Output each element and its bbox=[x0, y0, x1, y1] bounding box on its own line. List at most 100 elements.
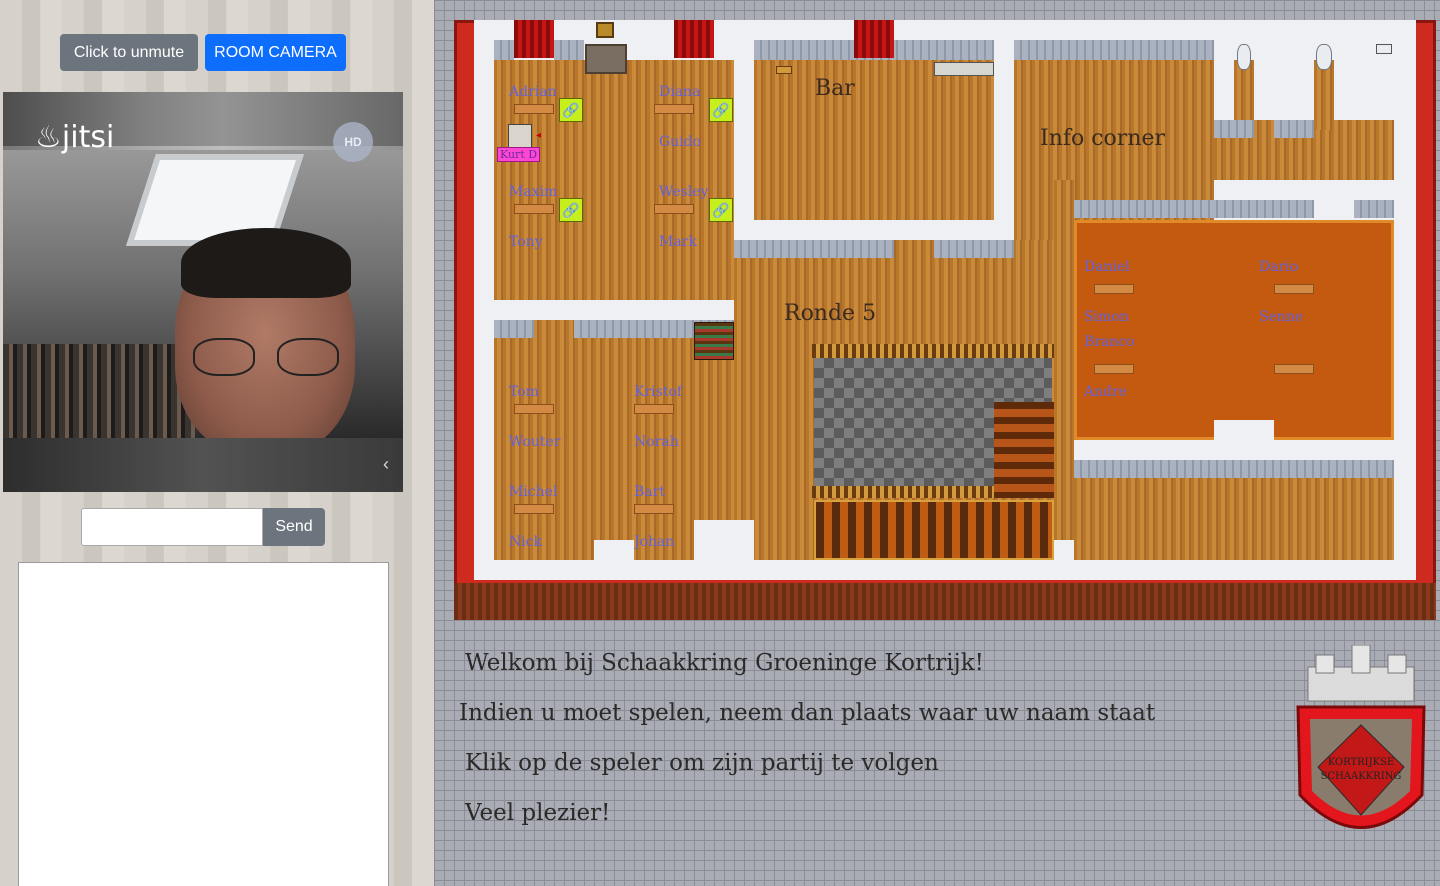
chat-input[interactable] bbox=[81, 508, 263, 546]
chess-table bbox=[514, 204, 554, 214]
wall-face bbox=[1014, 40, 1214, 60]
unmute-button[interactable]: Click to unmute bbox=[60, 34, 198, 71]
player-seat[interactable]: Bart bbox=[634, 484, 665, 500]
chess-table bbox=[514, 404, 554, 414]
stage-railing-top bbox=[812, 344, 1054, 358]
instruction-line: Klik op de speler om zijn partij te volg… bbox=[465, 750, 939, 776]
urinal-icon bbox=[1237, 44, 1251, 70]
chess-table bbox=[1274, 364, 1314, 374]
player-seat[interactable]: Mark bbox=[659, 234, 697, 250]
game-link-icon[interactable]: 🔗 bbox=[559, 98, 583, 122]
player-seat[interactable]: Simon bbox=[1084, 309, 1129, 325]
wall-face bbox=[734, 240, 894, 258]
room-label-round: Ronde 5 bbox=[784, 301, 877, 326]
instruction-line: Indien u moet spelen, neem dan plaats wa… bbox=[459, 700, 1156, 726]
floor-toilet-2 bbox=[1314, 60, 1334, 130]
room-camera-button[interactable]: ROOM CAMERA bbox=[205, 34, 346, 71]
wall-face bbox=[494, 320, 534, 338]
chevron-left-icon[interactable]: ‹ bbox=[383, 454, 389, 475]
bookcase bbox=[694, 322, 734, 360]
player-seat[interactable]: Daniel bbox=[1084, 259, 1130, 275]
jitsi-brand-text: jitsi bbox=[61, 120, 115, 155]
bar-counter bbox=[934, 62, 994, 76]
wall-face bbox=[1214, 120, 1254, 138]
video-participant-glasses bbox=[193, 338, 353, 378]
player-seat[interactable]: Wesley bbox=[659, 184, 708, 200]
chess-table bbox=[634, 504, 674, 514]
doorway bbox=[594, 540, 634, 560]
greeting-line: Veel plezier! bbox=[465, 800, 611, 826]
video-conference-frame[interactable]: ♨jitsi HD ‹ bbox=[3, 92, 403, 492]
chess-table bbox=[514, 104, 554, 114]
doorway bbox=[694, 520, 754, 560]
player-seat[interactable]: Tony bbox=[509, 234, 543, 250]
video-bottom-overlay bbox=[3, 438, 403, 492]
hd-quality-badge[interactable]: HD bbox=[333, 122, 373, 162]
curtain bbox=[674, 20, 714, 58]
chess-table bbox=[654, 204, 694, 214]
jitsi-logo: ♨jitsi bbox=[35, 120, 114, 155]
player-seat[interactable]: Tom bbox=[509, 384, 539, 400]
player-seat[interactable]: Johan bbox=[634, 534, 674, 550]
crest-text: KORTRIJKSE bbox=[1328, 757, 1395, 768]
player-seat[interactable]: Guido bbox=[659, 134, 701, 150]
player-seat[interactable]: Wouter bbox=[509, 434, 561, 450]
player-seat[interactable]: Diana bbox=[659, 84, 700, 100]
left-panel: Click to unmute ROOM CAMERA ♨jitsi HD ‹ … bbox=[0, 0, 434, 886]
player-seat[interactable]: Dario bbox=[1259, 259, 1298, 275]
send-button[interactable]: Send bbox=[263, 508, 325, 546]
player-seat[interactable]: Adrian bbox=[509, 84, 557, 100]
bar-stool bbox=[776, 66, 792, 74]
player-seat[interactable]: Andre bbox=[1084, 384, 1127, 400]
map-frame-bottom bbox=[454, 583, 1436, 620]
game-link-icon[interactable]: 🔗 bbox=[559, 198, 583, 222]
chess-table bbox=[1094, 284, 1134, 294]
wall-face bbox=[1074, 200, 1314, 218]
chat-log[interactable] bbox=[18, 562, 389, 886]
wall-face bbox=[1274, 120, 1314, 138]
floor-passage bbox=[1054, 180, 1074, 540]
club-crest-logo: KORTRIJKSE SCHAAKKRING bbox=[1296, 645, 1426, 829]
portrait-frame bbox=[596, 22, 614, 38]
stage-steps bbox=[814, 500, 1054, 560]
carpet-room bbox=[1074, 220, 1394, 440]
curtain bbox=[514, 20, 554, 58]
player-seat[interactable]: Maxim bbox=[509, 184, 557, 200]
game-link-icon[interactable]: 🔗 bbox=[709, 98, 733, 122]
carpet-room-door bbox=[1214, 420, 1274, 440]
player-seat[interactable]: Norah bbox=[634, 434, 679, 450]
wall-face bbox=[934, 240, 1014, 258]
player-seat[interactable]: Kristof bbox=[634, 384, 682, 400]
player-seat[interactable]: Senne bbox=[1259, 309, 1303, 325]
wall-face bbox=[1354, 200, 1394, 218]
toilet-icon bbox=[1316, 44, 1332, 70]
curtain bbox=[854, 20, 894, 58]
room-label-info-corner: Info corner bbox=[1040, 126, 1166, 151]
player-seat[interactable]: Michel bbox=[509, 484, 557, 500]
player-seat[interactable]: Branco bbox=[1084, 334, 1135, 350]
chess-table bbox=[514, 504, 554, 514]
floor-bar bbox=[754, 60, 994, 220]
stage-stairs bbox=[994, 402, 1054, 498]
player-seat[interactable]: Nick bbox=[509, 534, 542, 550]
avatar-direction-icon: ◂ bbox=[536, 130, 542, 141]
video-bookshelf bbox=[3, 344, 195, 438]
chess-table bbox=[654, 104, 694, 114]
chess-table bbox=[1274, 284, 1314, 294]
jitsi-logo-icon: ♨ bbox=[35, 120, 62, 155]
fireplace bbox=[585, 44, 627, 74]
wall-face bbox=[554, 40, 584, 60]
sink-icon bbox=[1376, 44, 1392, 54]
wall-face bbox=[494, 40, 514, 60]
chess-table bbox=[1094, 364, 1134, 374]
wall-face bbox=[1074, 460, 1394, 478]
room-label-bar: Bar bbox=[815, 76, 855, 101]
welcome-line: Welkom bij Schaakkring Groeninge Kortrij… bbox=[465, 650, 984, 676]
player-avatar[interactable] bbox=[508, 124, 532, 148]
stage-railing-bottom bbox=[812, 486, 994, 498]
game-link-icon[interactable]: 🔗 bbox=[709, 198, 733, 222]
chess-table bbox=[634, 404, 674, 414]
video-participant-hair bbox=[181, 228, 351, 298]
avatar-name-tag: Kurt D bbox=[497, 147, 541, 162]
crest-text: SCHAAKKRING bbox=[1321, 771, 1402, 782]
